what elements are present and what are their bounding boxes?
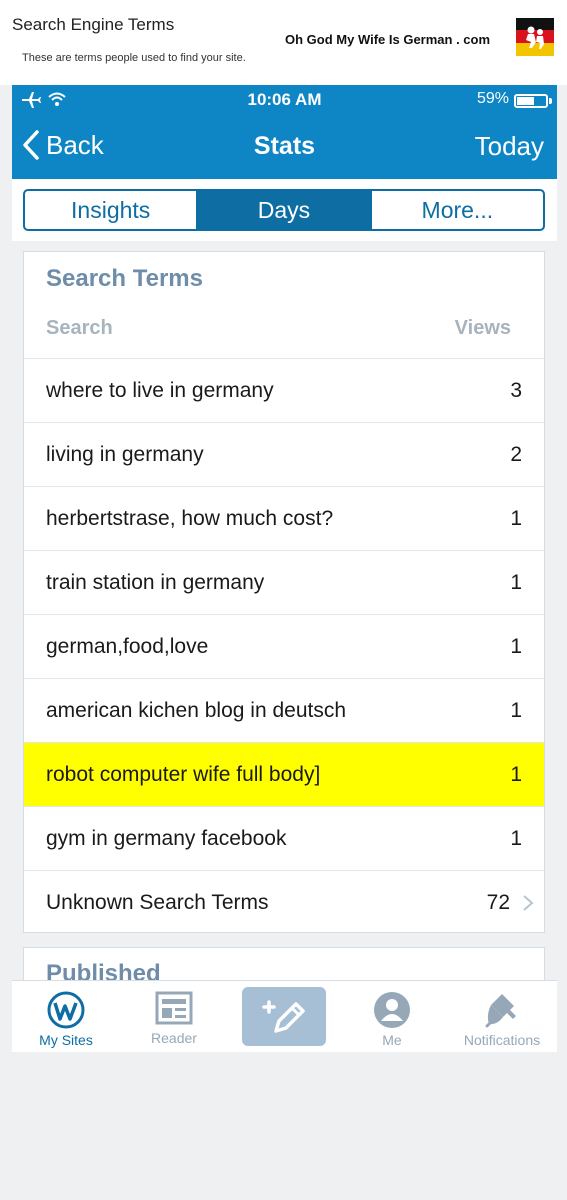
unknown-terms-row[interactable]: Unknown Search Terms 72	[24, 870, 544, 934]
write-post-button[interactable]	[242, 987, 326, 1046]
brand-name: Oh God My Wife Is German . com	[285, 32, 491, 47]
segment-bar: Insights Days More...	[12, 179, 557, 241]
view-count: 1	[510, 506, 522, 530]
write-post-icon	[262, 999, 305, 1033]
list-item[interactable]: american kichen blog in deutsch 1	[24, 678, 544, 742]
tab-reader[interactable]: Reader	[134, 981, 214, 1052]
search-terms-list: where to live in germany 3 living in ger…	[24, 358, 544, 934]
search-term: robot computer wife full body]	[46, 762, 321, 786]
period-button[interactable]: Today	[475, 131, 544, 162]
list-item[interactable]: gym in germany facebook 1	[24, 806, 544, 870]
search-term: gym in germany facebook	[46, 826, 287, 850]
tab-me[interactable]: Me	[352, 981, 432, 1052]
view-count: 1	[510, 698, 522, 722]
search-term: train station in germany	[46, 570, 265, 594]
german-flag-logo	[516, 18, 554, 56]
page-header: Search Engine Terms These are terms peop…	[0, 0, 567, 85]
view-count: 72	[486, 890, 510, 914]
page-title: Search Engine Terms	[12, 15, 175, 34]
me-icon	[374, 992, 410, 1028]
list-item[interactable]: herbertstrase, how much cost? 1	[24, 486, 544, 550]
tab-label: My Sites	[39, 1032, 93, 1048]
search-term: living in germany	[46, 442, 204, 466]
list-item[interactable]: living in germany 2	[24, 422, 544, 486]
search-term: german,food,love	[46, 634, 209, 658]
notifications-bell-icon	[485, 994, 516, 1028]
phone-screen: 10:06 AM 59% Back Stats Today Insights D…	[12, 85, 557, 1052]
column-header-views: Views	[454, 317, 511, 339]
tab-notifications[interactable]: Notifications	[452, 981, 552, 1052]
back-label: Back	[46, 129, 104, 160]
tab-label: Me	[382, 1032, 402, 1048]
highlighted-list-item[interactable]: robot computer wife full body] 1	[24, 742, 544, 806]
segment-more[interactable]: More...	[369, 191, 543, 229]
status-time: 10:06 AM	[247, 90, 322, 109]
search-terms-card: Search Terms Search Views where to live …	[23, 251, 545, 933]
list-item[interactable]: where to live in germany 3	[24, 358, 544, 422]
list-item[interactable]: train station in germany 1	[24, 550, 544, 614]
back-button[interactable]: Back	[22, 129, 104, 161]
view-count: 2	[510, 442, 522, 466]
view-count: 1	[510, 762, 522, 786]
chevron-right-icon	[523, 895, 534, 911]
chevron-left-icon	[23, 130, 39, 160]
view-count: 1	[510, 634, 522, 658]
view-count: 3	[510, 378, 522, 402]
battery-icon	[514, 94, 548, 108]
search-term: where to live in germany	[46, 378, 274, 402]
view-count: 1	[510, 570, 522, 594]
segmented-control: Insights Days More...	[23, 189, 545, 231]
reader-icon	[155, 991, 193, 1025]
battery-fill	[517, 97, 534, 105]
list-item[interactable]: german,food,love 1	[24, 614, 544, 678]
status-bar: 10:06 AM 59%	[12, 85, 557, 115]
navigation-bar: Back Stats Today	[12, 115, 557, 179]
battery-percent: 59%	[476, 90, 509, 107]
tab-label: Reader	[151, 1030, 197, 1046]
segment-insights[interactable]: Insights	[25, 191, 196, 229]
tab-my-sites[interactable]: My Sites	[26, 981, 106, 1052]
column-header-search: Search	[46, 317, 113, 339]
segment-days[interactable]: Days	[196, 191, 370, 229]
tab-bar: My Sites Reader Me Notifications	[12, 980, 557, 1052]
search-term: herbertstrase, how much cost?	[46, 506, 334, 530]
page-subtitle: These are terms people used to find your…	[22, 52, 246, 64]
card-title: Search Terms	[46, 265, 203, 292]
tab-label: Notifications	[463, 1032, 541, 1048]
battery-cap	[549, 98, 552, 104]
wordpress-icon	[47, 991, 85, 1029]
search-term: Unknown Search Terms	[46, 890, 269, 914]
view-count: 1	[510, 826, 522, 850]
search-term: american kichen blog in deutsch	[46, 698, 347, 722]
